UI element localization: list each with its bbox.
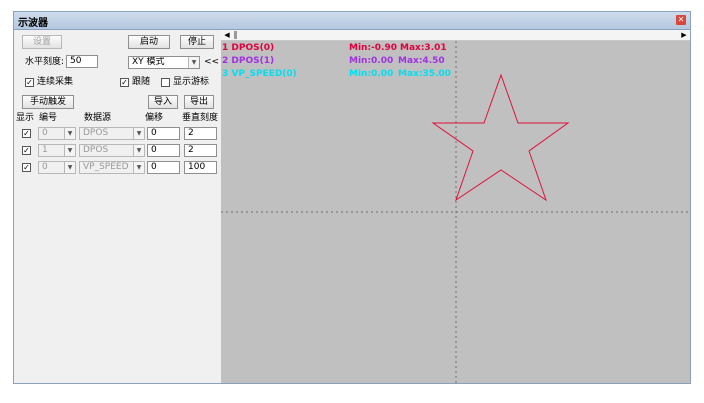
horizontal-scale-input[interactable]: 50 — [66, 55, 98, 68]
manual-trigger-button[interactable]: 手动触发 — [22, 95, 74, 109]
legend-max: Max:4.50 — [398, 56, 445, 66]
channel-number-value: 0 — [42, 128, 48, 138]
channel-source-select[interactable]: VP_SPEED ▼ — [79, 161, 145, 174]
header-offset: 偏移 — [145, 113, 164, 123]
channel-offset-input[interactable]: 0 — [147, 161, 180, 174]
chevron-down-icon: ▼ — [64, 162, 75, 173]
continuous-checkbox[interactable]: ✓ — [25, 78, 34, 87]
export-button[interactable]: 导出 — [184, 95, 214, 109]
channel-vscale-input[interactable]: 100 — [184, 161, 217, 174]
show-cursor-checkbox[interactable] — [161, 78, 170, 87]
channel-number-select[interactable]: 0 ▼ — [38, 161, 76, 174]
continuous-label: 连续采集 — [37, 77, 74, 87]
settings-button[interactable]: 设置 — [22, 35, 62, 49]
legend-row: 1 DPOS(0) Min:-0.90 Max:3.01 — [222, 43, 522, 54]
legend-min: Min:0.00 — [349, 56, 394, 66]
channel-source-value: VP_SPEED — [83, 162, 129, 172]
scope-canvas — [221, 41, 690, 383]
header-number: 编号 — [39, 113, 58, 123]
follow-label: 跟随 — [132, 77, 151, 87]
scope-display[interactable]: 1 DPOS(0) Min:-0.90 Max:3.01 2 DPOS(1) M… — [221, 41, 690, 383]
header-show: 显示 — [16, 113, 35, 123]
chevron-down-icon: ▼ — [133, 128, 144, 139]
channel-source-select[interactable]: DPOS ▼ — [79, 127, 145, 140]
oscilloscope-window: 示波器 ✕ 设置 启动 停止 水平刻度: 50 XY 模式 ▼ << ✓ 连续采… — [13, 11, 691, 384]
scope-area: ◀ ▶ 1 DPOS(0) Min:-0.90 Max:3.01 2 DPOS(… — [221, 30, 690, 383]
header-source: 数据源 — [84, 113, 112, 123]
channel-source-value: DPOS — [83, 128, 109, 138]
legend-row: 2 DPOS(1) Min:0.00 Max:4.50 — [222, 56, 522, 67]
legend-row: 3 VP_SPEED(0) Min:0.00 Max:35.00 — [222, 69, 522, 80]
follow-checkbox[interactable]: ✓ — [120, 78, 129, 87]
import-button[interactable]: 导入 — [148, 95, 178, 109]
channel-show-checkbox[interactable]: ✓ — [22, 129, 31, 138]
header-vscale: 垂直刻度 — [182, 113, 219, 123]
channel-offset-input[interactable]: 0 — [147, 127, 180, 140]
channel-vscale-input[interactable]: 2 — [184, 127, 217, 140]
show-cursor-label: 显示游标 — [173, 77, 210, 87]
channel-vscale-input[interactable]: 2 — [184, 144, 217, 157]
close-icon[interactable]: ✕ — [676, 15, 686, 25]
channel-show-checkbox[interactable]: ✓ — [22, 146, 31, 155]
channel-number-select[interactable]: 0 ▼ — [38, 127, 76, 140]
channel-number-select[interactable]: 1 ▼ — [38, 144, 76, 157]
title-bar[interactable]: 示波器 ✕ — [14, 12, 690, 30]
stop-button[interactable]: 停止 — [180, 35, 214, 49]
horizontal-scale-label: 水平刻度: — [25, 57, 65, 67]
scroll-thumb[interactable] — [234, 31, 237, 39]
legend-min: Min:0.00 — [349, 69, 394, 79]
channel-source-value: DPOS — [83, 145, 109, 155]
legend-name: 2 DPOS(1) — [222, 56, 275, 66]
legend-max: Max:3.01 — [400, 43, 447, 53]
window-title: 示波器 — [18, 18, 48, 29]
chevron-down-icon: ▼ — [133, 145, 144, 156]
legend-max: Max:35.00 — [398, 69, 451, 79]
channel-source-select[interactable]: DPOS ▼ — [79, 144, 145, 157]
chevron-down-icon: ▼ — [64, 128, 75, 139]
horizontal-scrollbar[interactable]: ◀ ▶ — [221, 30, 690, 41]
channel-show-checkbox[interactable]: ✓ — [22, 163, 31, 172]
channel-number-value: 0 — [42, 162, 48, 172]
collapse-panel-button[interactable]: << — [204, 56, 219, 68]
mode-select[interactable]: XY 模式 ▼ — [128, 56, 200, 69]
legend-name: 3 VP_SPEED(0) — [222, 69, 297, 79]
scroll-right-icon[interactable]: ▶ — [679, 30, 689, 40]
mode-select-value: XY 模式 — [132, 57, 165, 67]
xy-trace-star — [431, 73, 570, 202]
channel-offset-input[interactable]: 0 — [147, 144, 180, 157]
chevron-down-icon: ▼ — [64, 145, 75, 156]
control-panel: 设置 启动 停止 水平刻度: 50 XY 模式 ▼ << ✓ 连续采集 ✓ 跟随… — [14, 30, 221, 383]
legend-name: 1 DPOS(0) — [222, 43, 275, 53]
start-button[interactable]: 启动 — [128, 35, 170, 49]
channel-number-value: 1 — [42, 145, 48, 155]
chevron-down-icon: ▼ — [133, 162, 144, 173]
scroll-left-icon[interactable]: ◀ — [222, 30, 232, 40]
chevron-down-icon: ▼ — [188, 57, 199, 68]
legend-min: Min:-0.90 — [349, 43, 397, 53]
